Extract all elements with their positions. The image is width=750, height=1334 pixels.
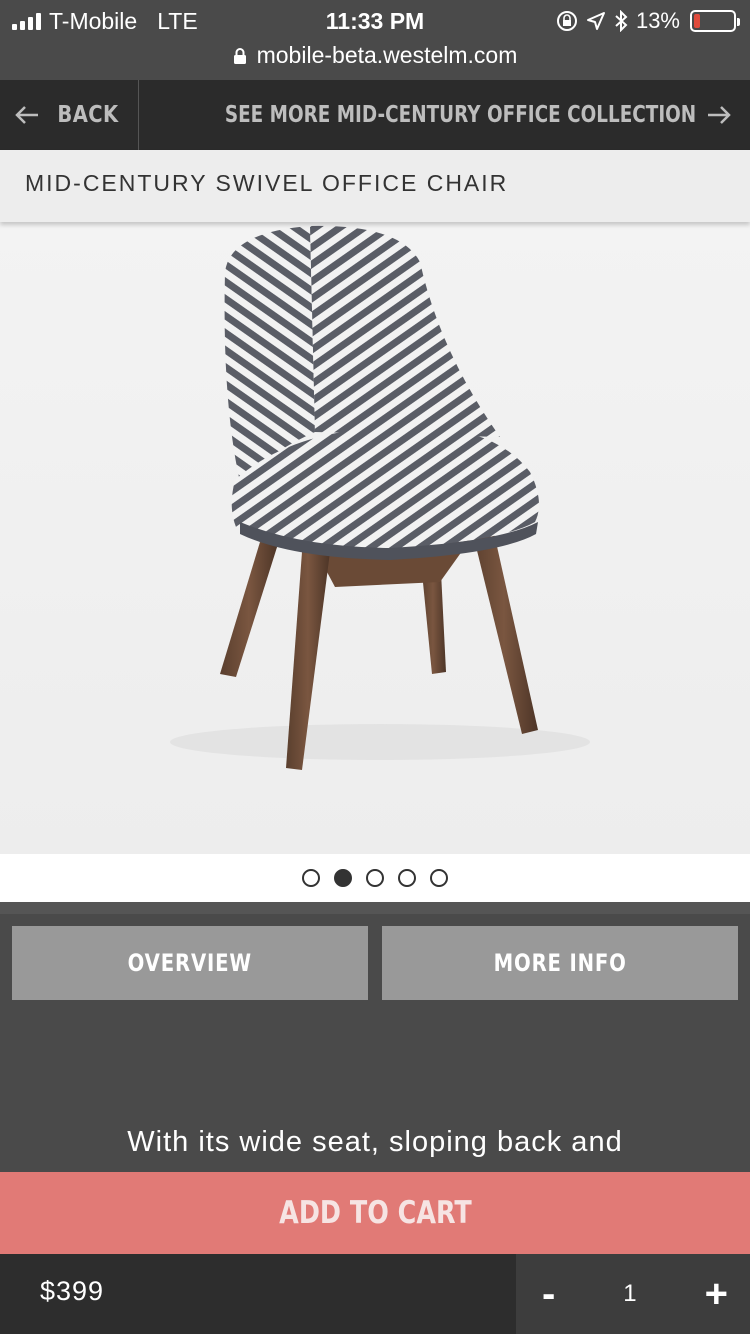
- product-image-carousel[interactable]: [0, 222, 750, 854]
- lock-icon: [233, 47, 246, 64]
- purchase-footer: $399 - 1 +: [0, 1254, 750, 1334]
- see-more-collection-link[interactable]: SEE MORE MID-CENTURY OFFICE COLLECTION: [107, 80, 732, 150]
- product-title: MID-CENTURY SWIVEL OFFICE CHAIR: [25, 170, 509, 196]
- bluetooth-icon: [615, 10, 628, 32]
- top-nav: BACK SEE MORE MID-CENTURY OFFICE COLLECT…: [0, 80, 750, 150]
- battery-percent: 13%: [635, 8, 680, 33]
- carousel-indicators: [0, 854, 750, 902]
- quantity-stepper: - 1 +: [516, 1254, 750, 1334]
- location-arrow-icon: [586, 12, 605, 30]
- tab-overview-label: OVERVIEW: [127, 949, 253, 977]
- arrow-right-icon: [708, 106, 731, 124]
- decrease-quantity-button[interactable]: -: [542, 1274, 555, 1314]
- url-text: mobile-beta.westelm.com: [256, 42, 518, 68]
- orientation-lock-icon: [556, 11, 577, 31]
- increase-quantity-button[interactable]: +: [705, 1274, 728, 1314]
- quantity-value[interactable]: 1: [623, 1280, 636, 1308]
- status-bar: T-Mobile LTE 11:33 PM 13% mobile-beta.we…: [0, 0, 750, 80]
- carousel-dot[interactable]: [398, 869, 416, 887]
- see-more-label: SEE MORE MID-CENTURY OFFICE COLLECTION: [224, 102, 696, 128]
- product-details: OVERVIEW MORE INFO With its wide seat, s…: [0, 902, 750, 1172]
- url-bar[interactable]: mobile-beta.westelm.com: [0, 42, 750, 69]
- product-title-bar: MID-CENTURY SWIVEL OFFICE CHAIR: [0, 150, 750, 222]
- status-right: 13%: [556, 8, 740, 34]
- arrow-left-icon: [15, 106, 38, 124]
- price: $399: [40, 1276, 105, 1306]
- detail-tabs: OVERVIEW MORE INFO: [12, 926, 738, 1000]
- carousel-dot[interactable]: [302, 869, 320, 887]
- product-image: [170, 225, 590, 770]
- product-description: With its wide seat, sloping back and: [127, 1126, 623, 1158]
- carousel-dot-active[interactable]: [334, 869, 352, 887]
- tab-more-info-label: MORE INFO: [493, 949, 627, 977]
- tab-overview[interactable]: OVERVIEW: [12, 926, 368, 1000]
- carousel-dot[interactable]: [366, 869, 384, 887]
- add-to-cart-label: ADD TO CART: [278, 1195, 472, 1231]
- add-to-cart-button[interactable]: ADD TO CART: [0, 1172, 750, 1254]
- battery-icon: [690, 10, 740, 32]
- tab-more-info[interactable]: MORE INFO: [382, 926, 738, 1000]
- carousel-dot[interactable]: [430, 869, 448, 887]
